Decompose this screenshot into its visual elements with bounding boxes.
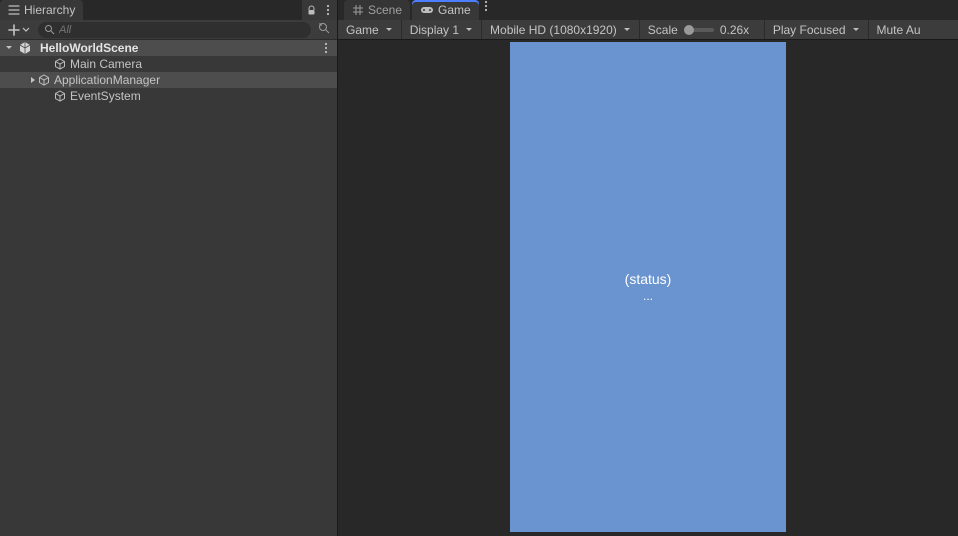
plus-icon xyxy=(8,24,20,36)
more-icon[interactable] xyxy=(323,4,333,16)
hierarchy-item-label: ApplicationManager xyxy=(54,73,160,87)
hierarchy-item[interactable]: Main Camera xyxy=(0,56,337,72)
resolution-dropdown[interactable]: Mobile HD (1080x1920) xyxy=(482,20,640,39)
foldout-icon[interactable] xyxy=(4,44,14,52)
hierarchy-search[interactable] xyxy=(38,22,311,38)
search-by-type-icon[interactable] xyxy=(315,21,333,38)
hierarchy-list-icon xyxy=(8,4,20,16)
tab-hierarchy[interactable]: Hierarchy xyxy=(0,0,83,20)
play-mode-label: Play Focused xyxy=(773,23,846,37)
gamepad-icon xyxy=(420,5,434,15)
caret-down-icon xyxy=(623,26,631,34)
mute-label: Mute Au xyxy=(877,23,921,37)
hierarchy-tree: HelloWorldScene Main Camera xyxy=(0,40,337,536)
tab-scene[interactable]: Scene xyxy=(344,0,410,20)
gameobject-icon xyxy=(54,90,66,102)
game-mode-dropdown[interactable]: Game xyxy=(338,20,402,39)
display-dropdown[interactable]: Display 1 xyxy=(402,20,482,39)
game-viewport: (status) ... xyxy=(338,40,958,536)
game-panel: Scene Game Game Display 1 xyxy=(338,0,958,536)
hierarchy-tab-row: Hierarchy xyxy=(0,0,337,20)
scale-control: Scale 0.26x xyxy=(640,20,765,39)
display-label: Display 1 xyxy=(410,23,459,37)
resolution-label: Mobile HD (1080x1920) xyxy=(490,23,617,37)
scale-value: 0.26x xyxy=(720,23,756,37)
scale-slider[interactable] xyxy=(684,28,714,32)
game-toolbar: Game Display 1 Mobile HD (1080x1920) Sca… xyxy=(338,20,958,40)
more-icon[interactable] xyxy=(481,0,491,12)
game-mode-label: Game xyxy=(346,23,379,37)
mute-audio-toggle[interactable]: Mute Au xyxy=(869,20,929,39)
tab-scene-label: Scene xyxy=(368,3,402,17)
status-text: (status) xyxy=(625,271,672,287)
hierarchy-panel: Hierarchy xyxy=(0,0,338,536)
unity-scene-icon xyxy=(18,41,32,55)
right-tab-row: Scene Game xyxy=(338,0,958,20)
hierarchy-toolbar xyxy=(0,20,337,40)
gameobject-icon xyxy=(38,74,50,86)
caret-down-icon xyxy=(385,26,393,34)
search-input[interactable] xyxy=(59,24,305,36)
tab-hierarchy-label: Hierarchy xyxy=(24,3,75,17)
caret-down-icon xyxy=(22,23,30,37)
scene-more-icon[interactable] xyxy=(321,42,331,54)
right-tab-controls xyxy=(481,0,491,20)
lock-icon[interactable] xyxy=(306,5,317,16)
gameobject-icon xyxy=(54,58,66,70)
scene-grid-icon xyxy=(352,4,364,16)
caret-down-icon xyxy=(465,26,473,34)
add-object-button[interactable] xyxy=(4,23,34,37)
tab-game-label: Game xyxy=(438,3,471,17)
play-mode-dropdown[interactable]: Play Focused xyxy=(765,20,869,39)
status-sub: ... xyxy=(643,289,653,303)
tab-game[interactable]: Game xyxy=(412,0,479,20)
hierarchy-item-label: EventSystem xyxy=(70,89,141,103)
scene-name: HelloWorldScene xyxy=(40,41,138,55)
scale-label: Scale xyxy=(648,23,678,37)
scene-row[interactable]: HelloWorldScene xyxy=(0,40,337,56)
search-icon xyxy=(44,24,55,35)
hierarchy-item[interactable]: EventSystem xyxy=(0,88,337,104)
foldout-icon[interactable] xyxy=(28,76,38,84)
hierarchy-item-label: Main Camera xyxy=(70,57,142,71)
hierarchy-tab-controls xyxy=(302,0,337,20)
caret-down-icon xyxy=(852,26,860,34)
hierarchy-item[interactable]: ApplicationManager xyxy=(0,72,337,88)
device-frame: (status) ... xyxy=(510,42,786,532)
